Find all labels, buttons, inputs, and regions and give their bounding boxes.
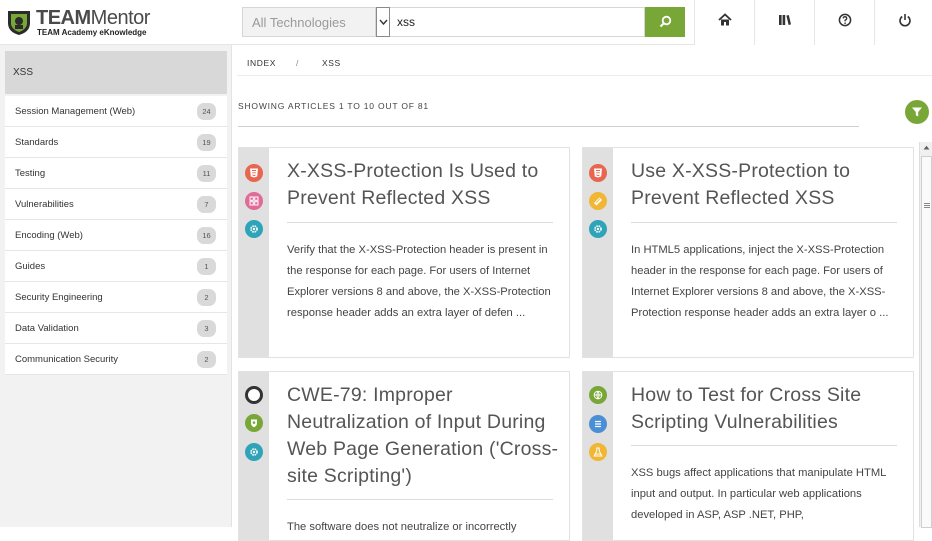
home-button[interactable] <box>694 0 754 45</box>
home-icon <box>718 13 732 26</box>
card-icon-rail <box>239 148 269 357</box>
summary-divider <box>238 126 859 127</box>
gear-icon <box>589 220 607 238</box>
search-bar: All Technologies <box>242 7 685 37</box>
article-title[interactable]: How to Test for Cross Site Scripting Vul… <box>631 382 903 436</box>
card-icon-rail <box>583 372 613 540</box>
article-card[interactable]: X-XSS-Protection Is Used to Prevent Refl… <box>238 147 570 358</box>
search-input[interactable] <box>390 7 645 37</box>
gear-icon <box>245 220 263 238</box>
article-card[interactable]: Use X-XSS-Protection to Prevent Reflecte… <box>582 147 914 358</box>
sidebar-item-guides[interactable]: Guides 1 <box>5 251 227 282</box>
article-description: In HTML5 applications, inject the X-XSS-… <box>631 244 889 319</box>
technology-select[interactable]: All Technologies <box>242 7 376 37</box>
results-summary: SHOWING ARTICLES 1 TO 10 OUT OF 81 <box>238 101 429 111</box>
count-badge: 16 <box>197 227 216 244</box>
count-badge: 24 <box>197 103 216 120</box>
sidebar-item-testing[interactable]: Testing 11 <box>5 158 227 189</box>
scroll-up-arrow-icon[interactable] <box>923 145 930 150</box>
technology-dropdown-toggle[interactable] <box>376 7 390 37</box>
scroll-grip <box>924 205 930 206</box>
globe-icon <box>589 386 607 404</box>
help-icon <box>838 13 852 27</box>
article-title[interactable]: X-XSS-Protection Is Used to Prevent Refl… <box>287 158 559 212</box>
sidebar-category-list: Session Management (Web) 24 Standards 19 T… <box>5 96 227 375</box>
breadcrumb-separator: / <box>296 58 299 68</box>
search-icon <box>659 15 672 28</box>
list-icon <box>589 415 607 433</box>
article-description: Verify that the X-XSS-Protection header … <box>287 244 551 319</box>
filter-sidebar: XSS Session Management (Web) 24 Standards… <box>0 45 232 527</box>
html5-icon <box>245 164 263 182</box>
library-button[interactable] <box>754 0 814 45</box>
count-badge: 2 <box>197 351 216 368</box>
logout-button[interactable] <box>874 0 932 45</box>
card-icon-rail <box>583 148 613 357</box>
article-description: The software does not neutralize or inco… <box>287 521 517 533</box>
scroll-thumb[interactable] <box>921 156 932 528</box>
team-mentor-logo[interactable]: TEAMMentor TEAM Academy eKnowledge <box>6 5 206 39</box>
help-button[interactable] <box>814 0 874 45</box>
gear-icon <box>245 443 263 461</box>
article-card[interactable]: How to Test for Cross Site Scripting Vul… <box>582 371 914 541</box>
count-badge: 1 <box>197 258 216 275</box>
logo-subtitle: TEAM Academy eKnowledge <box>37 28 147 37</box>
article-title[interactable]: Use X-XSS-Protection to Prevent Reflecte… <box>631 158 903 212</box>
sidebar-item-security-engineering[interactable]: Security Engineering 2 <box>5 282 227 313</box>
power-icon <box>899 14 911 27</box>
breadcrumb: INDEX / XSS <box>237 51 932 76</box>
article-card[interactable]: CWE-79: Improper Neutralization of Input… <box>238 371 570 541</box>
scroll-grip <box>924 203 930 204</box>
scroll-grip <box>924 207 930 208</box>
article-title[interactable]: CWE-79: Improper Neutralization of Input… <box>287 382 559 490</box>
count-badge: 11 <box>197 165 216 182</box>
card-icon-rail <box>239 372 269 540</box>
sidebar-item-encoding[interactable]: Encoding (Web) 16 <box>5 220 227 251</box>
book-icon <box>589 192 607 210</box>
ring-icon <box>245 386 263 404</box>
shield-icon <box>245 414 263 432</box>
flask-icon <box>589 443 607 461</box>
chevron-down-icon <box>379 19 388 25</box>
article-description: XSS bugs affect applications that manipu… <box>631 467 886 521</box>
breadcrumb-current: XSS <box>322 58 341 68</box>
title-divider <box>287 499 553 500</box>
sidebar-item-data-validation[interactable]: Data Validation 3 <box>5 313 227 344</box>
funnel-icon <box>912 107 922 117</box>
count-badge: 19 <box>197 134 216 151</box>
title-divider <box>631 445 897 446</box>
html5-icon <box>589 164 607 182</box>
sidebar-item-communication-security[interactable]: Communication Security 2 <box>5 344 227 375</box>
apps-icon <box>245 192 263 210</box>
library-icon <box>779 15 791 25</box>
sidebar-item-vulnerabilities[interactable]: Vulnerabilities 7 <box>5 189 227 220</box>
count-badge: 2 <box>197 289 216 306</box>
logo-title: TEAMMentor <box>36 7 150 29</box>
count-badge: 3 <box>197 320 216 337</box>
filter-button[interactable] <box>905 100 929 124</box>
sidebar-item-session-management[interactable]: Session Management (Web) 24 <box>5 96 227 127</box>
sidebar-heading[interactable]: XSS <box>5 51 227 94</box>
breadcrumb-index-link[interactable]: INDEX <box>247 58 276 68</box>
title-divider <box>287 222 553 223</box>
count-badge: 7 <box>197 196 216 213</box>
results-scrollbar[interactable] <box>919 142 932 528</box>
title-divider <box>631 222 897 223</box>
top-header: TEAMMentor TEAM Academy eKnowledge All T… <box>0 0 932 45</box>
sidebar-item-standards[interactable]: Standards 19 <box>5 127 227 158</box>
mentor-shield-icon <box>8 11 30 35</box>
search-button[interactable] <box>645 7 685 37</box>
